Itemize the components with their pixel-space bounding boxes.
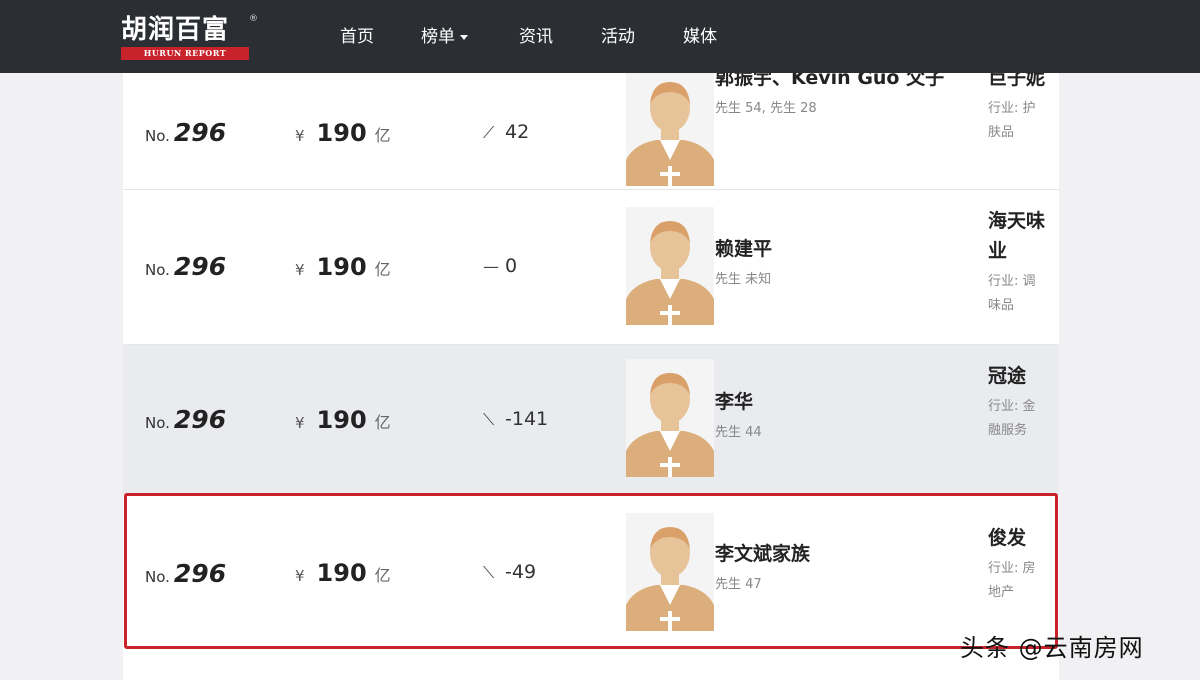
company-info: 俊发 行业: 房地产 [988,523,1048,605]
rank-prefix: No. [145,127,170,145]
rank-change-value: 0 [505,255,518,277]
person-placeholder-icon [626,513,714,631]
rank: No. 296 [145,559,226,588]
nav-rankings-label: 榜单 [421,27,455,47]
person-name[interactable]: 李文斌家族 [715,539,945,570]
person-meta: 先生 47 [715,577,762,592]
rank-prefix: No. [145,414,170,432]
wealth-unit: 亿 [374,413,391,432]
person-name[interactable]: 李华 [715,387,945,418]
wealth: ¥190 亿 [295,406,391,434]
ranking-row[interactable]: No. 296 ¥190 亿 —0 赖建平 先生 未知 海天味业 行业: 调味品 [123,190,1059,345]
rank: No. 296 [145,252,226,281]
currency-symbol: ¥ [295,414,305,432]
rank-change: ⟍ -49 [483,561,536,583]
company-info: 海天味业 行业: 调味品 [988,206,1048,318]
currency-symbol: ¥ [295,261,305,279]
chevron-down-icon [460,34,468,40]
person-name[interactable]: 赖建平 [715,234,945,265]
person-info: 李华 先生 44 [715,387,945,442]
rank-change: ⟋ 42 [483,121,529,143]
wealth-value: 190 [316,119,367,147]
wealth-value: 190 [316,559,367,587]
wealth: ¥190 亿 [295,119,391,147]
nav-rankings[interactable]: 榜单 [421,24,468,50]
person-info: 赖建平 先生 未知 [715,234,945,289]
rank-prefix: No. [145,261,170,279]
person-placeholder-icon [626,207,714,325]
company-name[interactable]: 巨子妮 [988,73,1048,93]
person-info: 李文斌家族 先生 47 [715,539,945,594]
nav-events[interactable]: 活动 [601,24,635,50]
currency-symbol: ¥ [295,567,305,585]
person-placeholder-icon [626,73,714,186]
wealth-unit: 亿 [374,126,391,145]
wealth-unit: 亿 [374,260,391,279]
company-info: 冠途 行业: 金融服务 [988,361,1048,443]
industry: 行业: 房地产 [988,561,1036,600]
wealth-value: 190 [316,253,367,281]
person-meta: 先生 54, 先生 28 [715,101,817,116]
nav-home[interactable]: 首页 [340,24,374,50]
wealth-value: 190 [316,406,367,434]
rank-number: 296 [173,559,227,588]
person-meta: 先生 未知 [715,272,772,287]
rank-number: 296 [173,252,227,281]
person-meta: 先生 44 [715,425,762,440]
hurun-logo[interactable]: 胡润百富 ® HURUN REPORT [121,14,261,62]
rank-change: ⟍ -141 [483,408,548,430]
trend-down-icon: ⟍ [483,563,495,582]
avatar [626,207,714,325]
company-name[interactable]: 冠途 [988,361,1048,391]
ranking-list: No. 296 ¥190 亿 ⟋ 42 郭振宇、Kevin Guo 父子 先生 54,… [123,73,1059,680]
watermark: 头条 @云南房网 [960,634,1144,662]
wealth: ¥190 亿 [295,559,391,587]
rank-change: —0 [483,255,517,277]
logo-subtitle: HURUN REPORT [121,47,249,60]
industry: 行业: 调味品 [988,274,1036,313]
top-nav-bar: 胡润百富 ® HURUN REPORT 首页 榜单 资讯 活动 媒体 [0,0,1200,73]
rank: No. 296 [145,405,226,434]
company-name[interactable]: 海天味业 [988,206,1048,266]
trend-flat-icon: — [483,257,499,276]
trend-down-icon: ⟍ [483,410,495,429]
avatar [626,513,714,631]
rank-change-value: -49 [505,561,537,583]
ranking-row[interactable]: No. 296 ¥190 亿 ⟍ -141 李华 先生 44 冠途 行业: 金融… [123,345,1059,495]
logo-registered-mark: ® [249,14,258,24]
currency-symbol: ¥ [295,127,305,145]
company-info: 巨子妮 行业: 护肤品 [988,73,1048,145]
avatar [626,359,714,477]
person-name[interactable]: 郭振宇、Kevin Guo 父子 [715,73,945,94]
logo-text: 胡润百富 [121,15,230,45]
wealth-unit: 亿 [374,566,391,585]
nav-news[interactable]: 资讯 [519,24,553,50]
nav-media[interactable]: 媒体 [683,24,717,50]
company-name[interactable]: 俊发 [988,523,1048,553]
rank-change-value: -141 [505,408,549,430]
avatar [626,73,714,186]
rank-number: 296 [173,405,227,434]
wealth: ¥190 亿 [295,253,391,281]
rank-change-value: 42 [505,121,530,143]
rank-prefix: No. [145,568,170,586]
person-placeholder-icon [626,359,714,477]
industry: 行业: 护肤品 [988,101,1036,140]
ranking-row[interactable]: No. 296 ¥190 亿 ⟍ -49 李文斌家族 先生 47 俊发 行业: … [123,495,1059,651]
person-info: 郭振宇、Kevin Guo 父子 先生 54, 先生 28 [715,73,945,118]
trend-up-icon: ⟋ [483,123,495,142]
rank: No. 296 [145,118,226,147]
industry: 行业: 金融服务 [988,399,1036,438]
ranking-row[interactable]: No. 296 ¥190 亿 ⟋ 42 郭振宇、Kevin Guo 父子 先生 54,… [123,73,1059,190]
rank-number: 296 [173,118,227,147]
